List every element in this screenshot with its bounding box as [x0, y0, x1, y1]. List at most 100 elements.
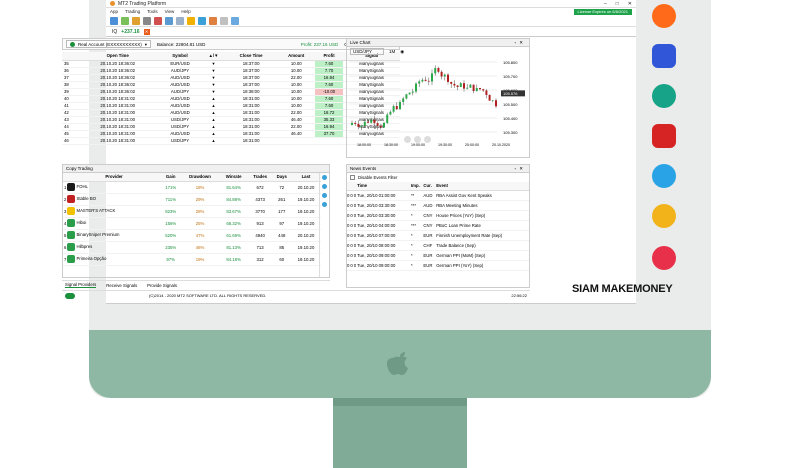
timeframe-select[interactable]: 1M: [389, 49, 395, 54]
table-cell: 18:37:00: [224, 81, 278, 89]
news-row[interactable]: 0 0 0 Tue, 20/10 09:00:00 * EUR German PPI (Mo…: [347, 250, 529, 261]
provider-row[interactable]: 5 BinarySniper Premium 520% 47% 61.69% 4940 4…: [63, 229, 321, 242]
menu-tools[interactable]: Tools: [147, 9, 158, 14]
zoom-reset-icon[interactable]: [424, 136, 431, 143]
copy-icon[interactable]: [220, 16, 228, 25]
zoom-controls: [404, 136, 431, 143]
table-cell: ▼: [202, 81, 225, 89]
table-cell: 46.40: [277, 130, 315, 138]
chart-icon[interactable]: [187, 16, 195, 25]
refresh-icon[interactable]: [322, 175, 327, 180]
provider-avatar: [67, 219, 76, 227]
toggle-switch[interactable]: [65, 292, 75, 299]
column-header[interactable]: Drawdown: [180, 173, 220, 182]
candle: [424, 79, 427, 81]
account-icon[interactable]: [110, 16, 118, 25]
tab-provide-signals[interactable]: Provide Signals: [147, 283, 177, 288]
column-header[interactable]: [62, 52, 78, 61]
app-icon-8x-trade: [652, 124, 676, 148]
tab-signal-providers[interactable]: Signal Providers: [65, 282, 97, 288]
gain-cell: 97%: [160, 253, 181, 266]
provider-row[interactable]: 2 Stable BO 711% 29% 84.88% 4373 261 19.10.20: [63, 193, 321, 206]
news-row[interactable]: 0 0 0 Tue, 20/10 03:30:00 * CNY House Prices (…: [347, 210, 529, 221]
layout-icon[interactable]: [176, 16, 184, 25]
provider-row[interactable]: 1 FOHL 171% 18% 81.64% 672 72 20.10.20: [63, 181, 321, 194]
column-header[interactable]: Last: [290, 173, 321, 182]
column-header[interactable]: Provider: [67, 173, 161, 182]
provider-row[interactable]: 6 Hilbpres 235% 46% 81.13% 713 85 19.10.20: [63, 241, 321, 254]
table-cell: RBA Assist Gov Kent Speaks: [436, 190, 529, 201]
news-row[interactable]: 0 0 0 Tue, 20/10 01:00:00 ** AUD RBA Assist Go…: [347, 190, 529, 201]
grid-icon[interactable]: [198, 16, 206, 25]
price-tick: 105.700: [503, 74, 518, 79]
menu-bar: App Trading Tools View Help License Expi…: [106, 8, 636, 15]
symbol-select[interactable]: USD/JPY: [350, 48, 384, 55]
news-row[interactable]: 0 0 0 Tue, 20/10 09:00:00 * EUR German PPI (Yo…: [347, 260, 529, 271]
tab-receive-signals[interactable]: Receive Signals: [106, 283, 137, 288]
filter-icon[interactable]: [322, 184, 327, 189]
settings-icon[interactable]: [143, 16, 151, 25]
camera-icon[interactable]: ◉: [400, 49, 404, 55]
last-cell: 19.10.20: [290, 205, 321, 218]
tab-iq[interactable]: IQ: [112, 29, 117, 35]
column-header[interactable]: Open Time: [77, 52, 158, 61]
column-header[interactable]: Amount: [277, 52, 315, 61]
menu-view[interactable]: View: [165, 9, 175, 14]
wallet-icon[interactable]: [132, 16, 140, 25]
table-cell: German PPI (YoY) (Sep): [436, 260, 529, 271]
table-cell: 18:37:00: [224, 60, 278, 68]
table-cell: ▲: [202, 95, 225, 103]
export-icon[interactable]: [231, 16, 239, 25]
zoom-in-icon[interactable]: [404, 136, 411, 143]
signal-icon[interactable]: [209, 16, 217, 25]
news-events-panel: News Events ▫✕ Disable Events Filter Time…: [346, 164, 530, 288]
tools-icon[interactable]: [121, 16, 129, 25]
column-header[interactable]: Event: [436, 182, 529, 191]
table-cell: ▼: [202, 67, 225, 75]
menu-app[interactable]: App: [110, 9, 118, 14]
table-cell: *: [410, 210, 424, 221]
search-icon[interactable]: [322, 193, 327, 198]
news-panel-controls[interactable]: ▫✕: [515, 166, 526, 172]
column-header[interactable]: Profit: [314, 52, 344, 61]
news-row[interactable]: 0 0 0 Tue, 20/10 08:00:00 * CHF Trade Balance …: [347, 240, 529, 251]
account-selector[interactable]: Real Account (EXXXXXXXXXX) ▾: [66, 40, 152, 48]
table-cell: ***: [410, 200, 424, 211]
column-header[interactable]: Close Time: [224, 52, 278, 61]
provider-row[interactable]: 3 MASTER'S ATTACK 823% 28% 83.67% 3770 177 19.…: [63, 205, 321, 218]
table-cell: ▲: [202, 109, 225, 117]
filter-checkbox[interactable]: [350, 175, 355, 180]
close-tab-icon[interactable]: ✕: [143, 28, 150, 35]
column-header[interactable]: Imp.: [410, 182, 424, 191]
close-button[interactable]: ✕: [628, 1, 632, 7]
minimize-button[interactable]: –: [604, 1, 607, 7]
alert-icon[interactable]: [154, 16, 162, 25]
column-header[interactable]: Winrate: [219, 173, 248, 182]
provider-row[interactable]: 4 Hiboi 156% 25% 68.32% 913 97 19.10.20: [63, 217, 321, 230]
news-row[interactable]: 0 0 0 Tue, 20/10 07:00:00 * EUR Finnish Unempl…: [347, 230, 529, 241]
add-icon[interactable]: [322, 202, 327, 207]
home-icon[interactable]: [165, 16, 173, 25]
menu-help[interactable]: Help: [181, 9, 190, 14]
column-header[interactable]: Trades: [247, 173, 273, 182]
table-cell: Tue, 20/10 09:00:00: [357, 250, 411, 261]
menu-trading[interactable]: Trading: [125, 9, 140, 14]
provider-row[interactable]: 7 Primeira Opção 97% 19% 84.18% 312 60 19.10.2…: [63, 253, 321, 266]
column-header[interactable]: Time: [357, 182, 411, 191]
column-header[interactable]: Symbol: [157, 52, 203, 61]
zoom-out-icon[interactable]: [414, 136, 421, 143]
news-row[interactable]: 0 0 0 Tue, 20/10 04:00:00 *** CNY PBoC Loan Pr…: [347, 220, 529, 231]
panel-controls[interactable]: ▫✕: [515, 40, 526, 46]
column-header[interactable]: Gain: [160, 173, 181, 182]
column-header[interactable]: Days: [272, 173, 291, 182]
table-cell: 10.00: [277, 102, 315, 110]
column-header[interactable]: Cur.: [423, 182, 437, 191]
maximize-button[interactable]: □: [616, 1, 619, 7]
table-cell: CNY: [423, 210, 437, 221]
column-header[interactable]: ▲/▼: [202, 52, 225, 61]
days-cell: 85: [272, 241, 291, 254]
table-cell: ***: [410, 220, 424, 231]
candlestick-chart[interactable]: 105.800105.700105.600105.500105.400105.3…: [347, 56, 529, 152]
news-row[interactable]: 0 0 0 Tue, 20/10 03:30:00 *** AUD RBA Meeting …: [347, 200, 529, 211]
row-number: 36: [62, 67, 78, 75]
